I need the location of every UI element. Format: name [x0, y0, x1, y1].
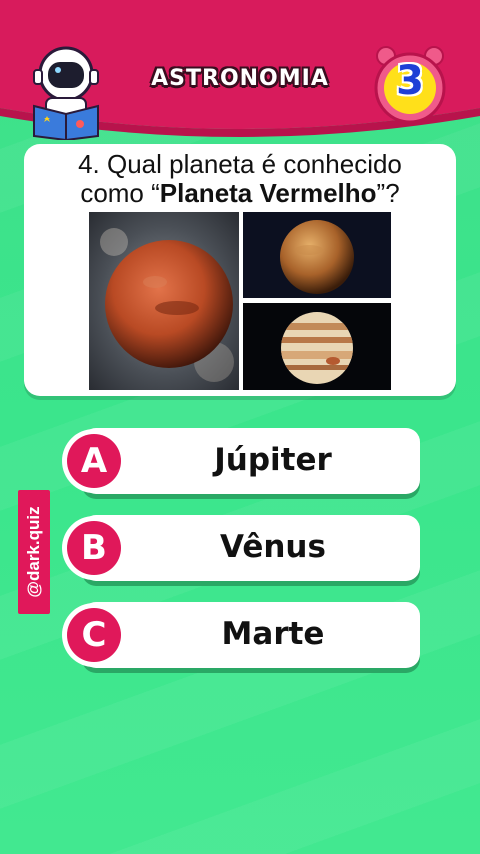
venus-planet-image	[243, 212, 391, 298]
mars-planet-image	[89, 212, 239, 390]
answer-option-b[interactable]: B Vênus	[62, 515, 420, 585]
answer-letter-badge: A	[62, 429, 126, 493]
answer-letter-badge: C	[62, 603, 126, 667]
question-text: 4. Qual planeta é conhecido como “Planet…	[24, 150, 456, 208]
question-line-1: 4. Qual planeta é conhecido	[78, 149, 402, 179]
answer-text[interactable]: Vênus	[126, 529, 420, 565]
astronaut-reading-icon	[33, 46, 99, 140]
jupiter-planet-image	[243, 303, 391, 390]
question-highlight: Planeta Vermelho	[159, 178, 377, 208]
watermark-text: @dark.quiz	[24, 506, 43, 598]
answer-letter: B	[67, 521, 121, 575]
answer-text[interactable]: Júpiter	[126, 442, 420, 478]
answer-letter: C	[67, 608, 121, 662]
answer-option-c[interactable]: C Marte	[62, 602, 420, 672]
answer-option-a[interactable]: A Júpiter	[62, 428, 420, 498]
timer-number: 3	[396, 58, 424, 104]
answer-text[interactable]: Marte	[126, 616, 420, 652]
answer-letter-badge: B	[62, 516, 126, 580]
question-line-2-end: ”?	[376, 178, 400, 208]
answer-letter: A	[67, 434, 121, 488]
question-line-2-start: como “	[80, 178, 160, 208]
watermark-badge: @dark.quiz	[18, 490, 50, 614]
